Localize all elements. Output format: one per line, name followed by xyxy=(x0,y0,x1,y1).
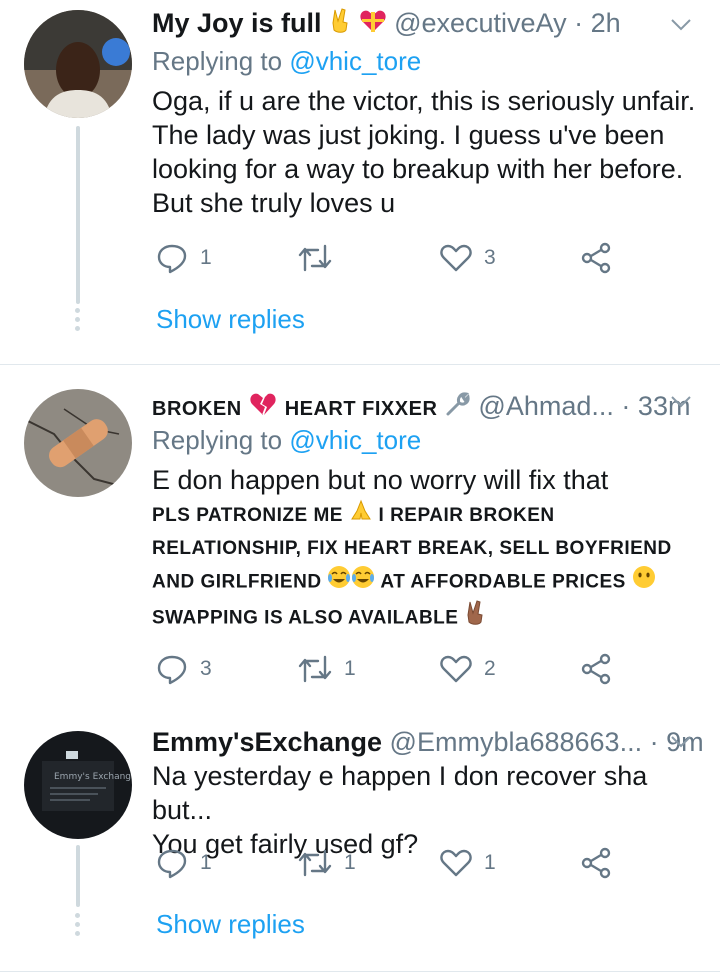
replying-prefix: Replying to xyxy=(152,46,283,76)
caps-line: I REPAIR BROKEN xyxy=(378,505,555,526)
svg-text:Emmy's Exchange: Emmy's Exchange xyxy=(54,772,132,782)
reply-icon xyxy=(157,849,187,879)
handle[interactable]: @executiveAy xyxy=(394,8,567,38)
separator: · xyxy=(621,391,631,421)
caps-line: PLS PATRONIZE ME xyxy=(152,505,343,526)
heart-icon xyxy=(440,849,472,877)
wrench-emoji xyxy=(445,391,471,425)
reply-count: 1 xyxy=(200,851,212,874)
retweet-button[interactable] xyxy=(298,238,344,278)
retweet-icon xyxy=(298,244,332,272)
like-button[interactable]: 3 xyxy=(440,238,496,278)
retweet-count: 1 xyxy=(344,851,356,874)
tweet-header: Emmy'sExchange @Emmybla688663... · 9m xyxy=(152,725,704,759)
avatar[interactable] xyxy=(24,10,132,118)
reply-button[interactable]: 3 xyxy=(156,649,212,689)
retweet-count: 1 xyxy=(344,657,356,680)
thread-line xyxy=(76,126,80,304)
action-bar: 1 3 xyxy=(156,238,626,278)
like-count: 3 xyxy=(484,246,496,269)
separator: · xyxy=(649,727,659,757)
share-button[interactable] xyxy=(580,238,612,278)
replying-prefix: Replying to xyxy=(152,425,283,455)
reply-count: 3 xyxy=(200,657,212,680)
separator: · xyxy=(574,8,584,38)
tears-of-joy-emoji xyxy=(327,565,351,600)
victory-hand-emoji xyxy=(464,600,486,637)
share-icon xyxy=(581,242,611,274)
retweet-icon xyxy=(298,849,332,877)
mention-link[interactable]: @vhic_tore xyxy=(289,425,421,455)
display-name[interactable]: Emmy'sExchange xyxy=(152,727,382,757)
retweet-button[interactable]: 1 xyxy=(298,843,356,883)
show-replies-link[interactable]: Show replies xyxy=(156,304,305,335)
mention-link[interactable]: @vhic_tore xyxy=(289,46,421,76)
caps-line: RELATIONSHIP, FIX HEART BREAK, SELL BOYF… xyxy=(152,538,672,560)
no-mouth-face-emoji xyxy=(632,565,656,600)
handle[interactable]: @Ahmad... xyxy=(478,391,613,421)
reply-icon xyxy=(157,244,187,274)
thread-dots xyxy=(75,308,81,335)
avatar-photo-icon xyxy=(24,10,132,118)
caps-line: AT AFFORDABLE PRICES xyxy=(380,572,626,593)
tweet-text: E don happen but no worry will fix that xyxy=(152,465,609,495)
avatar[interactable] xyxy=(24,389,132,497)
chevron-down-icon[interactable] xyxy=(670,18,692,32)
show-replies-link[interactable]: Show replies xyxy=(156,909,305,940)
tears-of-joy-emoji xyxy=(351,565,375,600)
display-name[interactable]: BROKEN xyxy=(152,398,242,420)
display-name[interactable]: My Joy is full xyxy=(152,8,322,38)
avatar[interactable]: Emmy's Exchange xyxy=(24,731,132,839)
like-button[interactable]: 1 xyxy=(440,843,496,883)
thread-line xyxy=(76,845,80,907)
like-count: 1 xyxy=(484,851,496,874)
reply-icon xyxy=(157,655,187,685)
share-icon xyxy=(581,653,611,685)
share-icon xyxy=(581,847,611,879)
reply-button[interactable]: 1 xyxy=(156,238,212,278)
handle[interactable]: @Emmybla688663... xyxy=(390,727,643,757)
tweet-1[interactable]: My Joy is full @executiveAy · 2h Replyin… xyxy=(0,0,720,364)
replying-to: Replying to @vhic_tore xyxy=(152,423,421,457)
heart-gift-emoji xyxy=(359,8,387,42)
caps-line: AND GIRLFRIEND xyxy=(152,572,322,593)
tweet-text-line: Na yesterday e happen I don recover sha … xyxy=(152,761,648,825)
display-name-part2[interactable]: HEART FIXXER xyxy=(285,398,438,420)
tweet-2[interactable]: BROKEN HEART FIXXER @Ahmad... · 33m Repl… xyxy=(0,365,720,705)
tweet-caps-text: PLS PATRONIZE ME I REPAIR BROKEN RELATIO… xyxy=(152,499,697,637)
tweet-3[interactable]: Emmy's Exchange Emmy'sExchange @Emmybla6… xyxy=(0,705,720,980)
caps-line: SWAPPING IS ALSO AVAILABLE xyxy=(152,608,459,629)
action-bar: 3 1 2 xyxy=(156,649,626,689)
heart-icon xyxy=(440,244,472,272)
folded-hands-emoji xyxy=(349,499,373,532)
victory-hand-emoji xyxy=(329,8,351,42)
reply-count: 1 xyxy=(200,246,212,269)
tweet-header: BROKEN HEART FIXXER @Ahmad... · 33m xyxy=(152,389,696,426)
retweet-button[interactable]: 1 xyxy=(298,649,356,689)
chevron-down-icon[interactable] xyxy=(670,395,692,409)
retweet-icon xyxy=(298,655,332,683)
broken-heart-emoji xyxy=(249,391,277,425)
avatar-logo-icon: Emmy's Exchange xyxy=(24,731,132,839)
share-button[interactable] xyxy=(580,843,612,883)
replying-to: Replying to @vhic_tore xyxy=(152,44,421,78)
tweet-text: Oga, if u are the victor, this is seriou… xyxy=(152,86,696,218)
heart-icon xyxy=(440,655,472,683)
like-button[interactable]: 2 xyxy=(440,649,496,689)
like-count: 2 xyxy=(484,657,496,680)
share-button[interactable] xyxy=(580,649,612,689)
chevron-down-icon[interactable] xyxy=(670,735,692,749)
reply-button[interactable]: 1 xyxy=(156,843,212,883)
timestamp[interactable]: 2h xyxy=(591,8,621,38)
avatar-bandage-icon xyxy=(24,389,132,497)
divider xyxy=(0,971,720,972)
tweet-header: My Joy is full @executiveAy · 2h xyxy=(152,6,696,42)
action-bar: 1 1 1 xyxy=(156,843,626,883)
thread-dots xyxy=(75,913,81,940)
